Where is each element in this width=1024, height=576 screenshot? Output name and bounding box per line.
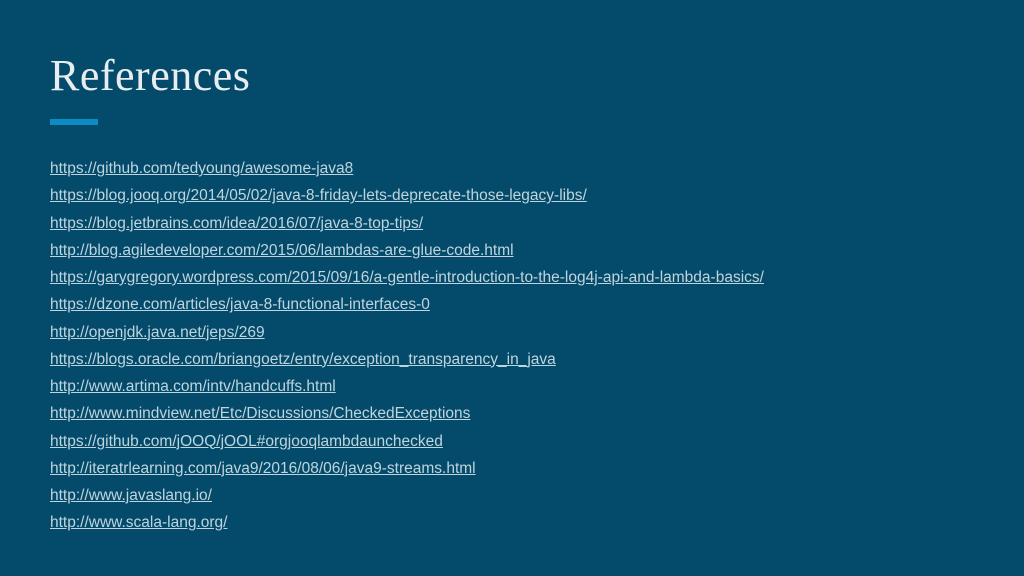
reference-link[interactable]: https://github.com/jOOQ/jOOL#orgjooqlamb… [50,430,443,453]
reference-link[interactable]: https://github.com/tedyoung/awesome-java… [50,157,353,180]
page-title: References [50,50,974,101]
reference-link[interactable]: https://blogs.oracle.com/briangoetz/entr… [50,348,556,371]
title-accent-bar [50,119,98,125]
reference-link[interactable]: http://www.scala-lang.org/ [50,511,227,534]
reference-link[interactable]: http://www.artima.com/intv/handcuffs.htm… [50,375,336,398]
reference-link[interactable]: https://dzone.com/articles/java-8-functi… [50,293,430,316]
reference-link[interactable]: https://blog.jetbrains.com/idea/2016/07/… [50,212,423,235]
reference-link[interactable]: http://iteratrlearning.com/java9/2016/08… [50,457,476,480]
reference-link[interactable]: https://blog.jooq.org/2014/05/02/java-8-… [50,184,587,207]
slide-container: References https://github.com/tedyoung/a… [0,0,1024,576]
reference-link[interactable]: http://openjdk.java.net/jeps/269 [50,321,265,344]
reference-link[interactable]: http://www.mindview.net/Etc/Discussions/… [50,402,470,425]
reference-link[interactable]: http://blog.agiledeveloper.com/2015/06/l… [50,239,514,262]
reference-link[interactable]: https://garygregory.wordpress.com/2015/0… [50,266,764,289]
references-list: https://github.com/tedyoung/awesome-java… [50,157,974,535]
reference-link[interactable]: http://www.javaslang.io/ [50,484,212,507]
